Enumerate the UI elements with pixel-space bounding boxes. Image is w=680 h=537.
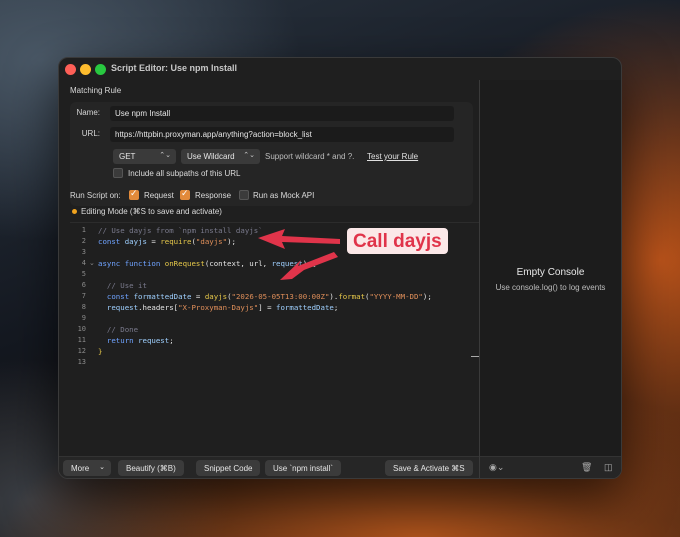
snippet-code-button[interactable]: Snippet Code xyxy=(196,460,261,476)
line-gutter: 1 2 3 4 ⌄ 5 6 7 8 9 10 11 12 13 xyxy=(70,223,95,458)
method-dropdown[interactable]: GET ⌃⌄ xyxy=(113,149,176,164)
chevron-down-icon[interactable]: ⌄ xyxy=(89,259,95,267)
code-editor[interactable]: 1 2 3 4 ⌄ 5 6 7 8 9 10 11 12 13 // Use d… xyxy=(70,222,479,458)
title-bar: Script Editor: Use npm Install xyxy=(59,58,621,80)
code-line: const formattedDate = dayjs("2026-05-05T… xyxy=(106,292,432,301)
scroll-marker xyxy=(471,356,479,357)
code-line: } xyxy=(98,347,103,356)
request-checkbox[interactable]: ✓ xyxy=(129,188,139,200)
url-label: URL: xyxy=(81,129,100,138)
matching-rule-title: Matching Rule xyxy=(70,86,122,95)
test-rule-link[interactable]: Test your Rule xyxy=(367,152,418,161)
editor-pane: Matching Rule Name: Use npm Install URL:… xyxy=(59,80,479,478)
code-line: const dayjs = require("dayjs"); xyxy=(98,237,236,246)
window-title: Script Editor: Use npm Install xyxy=(111,63,238,73)
line-number: 12 xyxy=(77,347,86,355)
beautify-button[interactable]: Beautify (⌘B) xyxy=(118,460,184,476)
code-line: // Done xyxy=(98,325,139,334)
mock-api-checkbox[interactable] xyxy=(239,190,249,200)
line-number: 8 xyxy=(81,303,86,311)
more-label: More xyxy=(71,464,90,473)
more-menu-button[interactable]: More ⌄ xyxy=(63,460,111,476)
wildcard-hint: Support wildcard * and ?. xyxy=(265,152,355,161)
code-line: // Use it xyxy=(98,281,147,290)
zoom-window-button[interactable] xyxy=(95,64,106,75)
console-empty-subtitle: Use console.log() to log events xyxy=(495,283,606,292)
response-checkbox[interactable]: ✓ xyxy=(180,188,190,200)
line-number: 6 xyxy=(81,281,86,289)
code-line: return request; xyxy=(106,336,174,345)
line-number: 4 xyxy=(81,259,86,267)
match-type-dropdown[interactable]: Use Wildcard ⌃⌄ xyxy=(181,149,260,164)
editor-toolbar: More ⌄ Beautify (⌘B) Snippet Code Use `n… xyxy=(59,456,479,478)
chevron-down-icon: ⌄ xyxy=(99,464,105,471)
chevron-updown-icon: ⌃⌄ xyxy=(159,152,171,159)
code-line: async function onRequest(context, url, r… xyxy=(98,259,317,268)
url-field[interactable]: https://httpbin.proxyman.app/anything?ac… xyxy=(110,127,454,142)
name-field[interactable]: Use npm Install xyxy=(110,106,454,121)
eye-icon[interactable]: ◉⌄ xyxy=(489,462,504,473)
line-number: 1 xyxy=(81,226,86,234)
annotation-callout: Call dayjs xyxy=(347,228,448,254)
match-type-value: Use Wildcard xyxy=(187,152,235,161)
include-subpaths-checkbox[interactable] xyxy=(113,168,123,178)
minimize-window-button[interactable] xyxy=(80,64,91,75)
line-number: 13 xyxy=(77,358,86,366)
response-label: Response xyxy=(195,191,232,200)
line-number: 9 xyxy=(81,314,86,322)
run-script-label: Run Script on: xyxy=(70,191,121,200)
editing-mode-text: Editing Mode (⌘S to save and activate) xyxy=(81,207,222,216)
mock-api-label: Run as Mock API xyxy=(253,191,315,200)
trash-icon[interactable]: 🗑 xyxy=(581,462,592,473)
line-number: 10 xyxy=(77,325,86,333)
console-pane: Empty Console Use console.log() to log e… xyxy=(480,80,621,478)
line-number: 3 xyxy=(81,248,86,256)
editing-mode-indicator xyxy=(72,209,77,214)
code-line: request.headers["X-Proxyman-Dayjs"] = fo… xyxy=(106,303,339,312)
method-value: GET xyxy=(119,152,136,161)
code-line: // Use dayjs from `npm install dayjs` xyxy=(98,226,263,235)
console-empty-title: Empty Console xyxy=(516,267,585,278)
save-activate-button[interactable]: Save & Activate ⌘S xyxy=(385,460,473,476)
chevron-updown-icon: ⌃⌄ xyxy=(243,152,255,159)
include-subpaths-label: Include all subpaths of this URL xyxy=(128,169,241,178)
script-editor-window: Script Editor: Use npm Install Matching … xyxy=(58,57,622,479)
request-label: Request xyxy=(144,191,174,200)
name-label: Name: xyxy=(76,108,100,117)
sidebar-toggle-icon[interactable]: ◫ xyxy=(604,462,613,473)
console-toolbar: ◉⌄ 🗑 ◫ xyxy=(480,456,621,478)
checkmark-icon: ✓ xyxy=(130,188,138,198)
line-number: 11 xyxy=(77,336,86,344)
line-number: 7 xyxy=(81,292,86,300)
line-number: 5 xyxy=(81,270,86,278)
close-window-button[interactable] xyxy=(65,64,76,75)
checkmark-icon: ✓ xyxy=(181,188,189,198)
line-number: 2 xyxy=(81,237,86,245)
npm-install-button[interactable]: Use `npm install` xyxy=(265,460,342,476)
